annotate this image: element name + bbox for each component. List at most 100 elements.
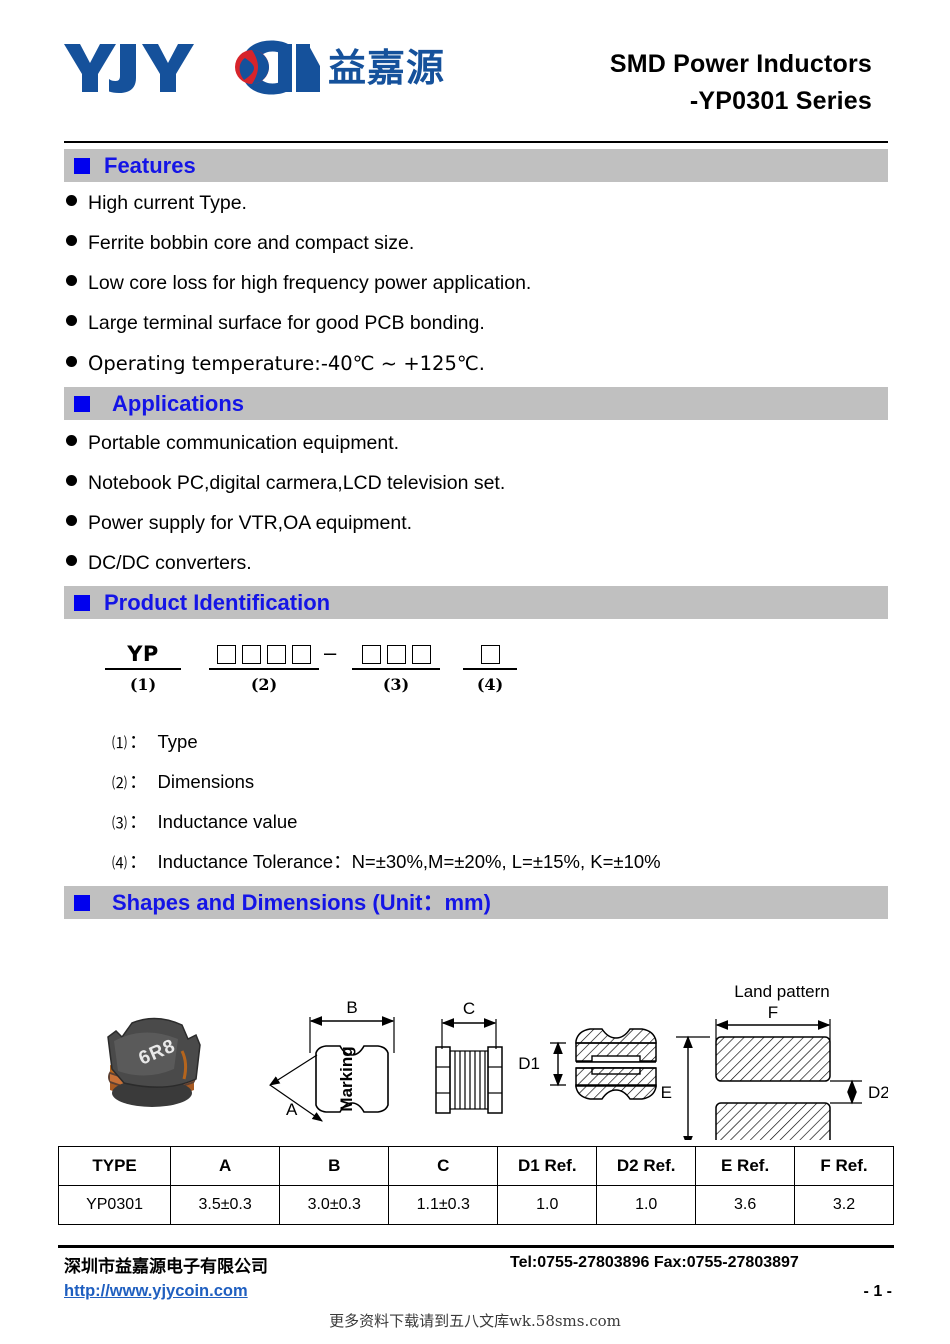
land-pattern-title: Land pattern [734,982,829,1001]
bullet-dot-icon [66,275,77,286]
footer-company-name: 深圳市益嘉源电子有限公司 [64,1257,268,1277]
pid-part-1-label: (1) [129,675,157,694]
list-item: Operating temperature:-40℃ ~ +125℃. [66,352,531,392]
bullet-dot-icon [66,235,77,246]
dimension-drawings-svg: 6R8 B Marking A C D1 Land pattern F E D2 [107,982,890,1149]
pid-box [480,644,500,664]
list-item: Large terminal surface for good PCB bond… [66,312,531,352]
drawing-side-view: C [435,999,503,1114]
legend-item-colon: ： [129,851,148,872]
footer-row-bottom: http://www.yjycoin.com - 1 - [58,1280,894,1310]
features-list: High current Type. Ferrite bobbin core a… [66,192,531,392]
pid-part-3-label: (3) [382,675,410,694]
table-cell: 3.6 [695,1185,796,1225]
section-title-features: Features [104,152,196,178]
page-header: 益嘉源 SMD Power Inductors -YP0301 Series [0,0,950,132]
pid-part-2-label: (2) [250,675,278,694]
page-title: SMD Power Inductors -YP0301 Series [610,46,872,120]
footer-website-link[interactable]: http://www.yjycoin.com [64,1282,248,1301]
pid-group-tolerance: (4) [463,640,517,694]
pid-part-2-boxes [209,640,319,670]
legend-item: ⑴ ： Type [112,728,661,768]
list-item: Low core loss for high frequency power a… [66,272,531,312]
section-title-product-identification: Product Identification [104,589,331,615]
legend-item-label: Inductance Tolerance：N=±30%,M=±20%, L=±1… [157,851,661,872]
blue-square-icon [74,157,90,174]
drawing-bottom-view: D1 [518,1028,657,1100]
pid-part-3-boxes [352,640,440,670]
table-cell: 3.2 [794,1185,894,1225]
bullet-dot-icon [66,555,77,566]
pid-box [292,644,311,664]
pid-part-4-label: (4) [476,675,504,694]
table-header-cell: D2 Ref. [596,1146,697,1186]
table-cell: YP0301 [57,1185,172,1225]
datasheet-page: 益嘉源 SMD Power Inductors -YP0301 Series F… [0,0,950,1344]
pid-box [217,644,236,664]
table-row: YP0301 3.5±0.3 3.0±0.3 1.1±0.3 1.0 1.0 3… [57,1185,894,1225]
section-title-applications: Applications [112,390,245,416]
table-header-cell: E Ref. [695,1146,796,1186]
bullet-dot-icon [66,195,77,206]
pid-box [411,644,431,664]
pid-box [386,644,406,664]
list-item-label: DC/DC converters. [88,552,252,574]
bullet-dot-icon [66,435,77,446]
drawing-land-pattern: Land pattern F E D2 [661,982,890,1149]
list-item: Notebook PC,digital carmera,LCD televisi… [66,472,505,512]
list-item-label: Portable communication equipment. [88,432,400,454]
list-item-label: Low core loss for high frequency power a… [88,272,532,294]
pid-box [267,644,286,664]
footer-divider-rule [58,1245,894,1248]
product-identification-legend: ⑴ ： Type ⑵ ： Dimensions ⑶ ： Inductance v… [112,728,661,888]
list-item-label: Power supply for VTR,OA equipment. [88,512,413,534]
legend-item-colon: ： [129,811,148,832]
product-photo: 6R8 [107,1017,201,1107]
legend-item-colon: ： [129,771,148,792]
product-identification-diagram: YP (1) (2) – (3) (4) [105,640,545,698]
legend-item: ⑶ ： Inductance value [112,808,661,848]
drawing-top-view: B Marking A [268,998,395,1122]
dimension-label-e: E [661,1083,672,1102]
pid-part-4-boxes [463,640,517,670]
legend-item-colon: ： [129,731,148,752]
blue-square-icon [74,395,90,412]
yjycoin-logo-icon [64,40,320,95]
dimension-label-f: F [768,1003,778,1022]
table-header-cell: D1 Ref. [497,1146,598,1186]
legend-item-key: ⑷ [112,854,128,872]
dimension-label-d1: D1 [518,1054,540,1073]
blue-square-icon [74,894,90,911]
page-title-line-2: -YP0301 Series [689,87,872,115]
page-footer: 深圳市益嘉源电子有限公司 Tel:0755-27803896 Fax:0755-… [58,1250,894,1310]
pid-part-1-value: YP [105,640,181,670]
list-item-label: Ferrite bobbin core and compact size. [88,232,415,254]
legend-item-label: Inductance value [157,811,298,832]
table-header-cell: A [170,1146,281,1186]
list-item-label: High current Type. [88,192,247,214]
table-cell: 3.0±0.3 [279,1185,390,1225]
legend-item-label: Type [157,731,198,752]
table-cell: 1.1±0.3 [388,1185,499,1225]
section-header-product-identification: Product Identification [64,586,888,619]
pid-box [361,644,381,664]
legend-item-key: ⑶ [112,814,128,832]
list-item: Portable communication equipment. [66,432,505,472]
list-item-label: Notebook PC,digital carmera,LCD televisi… [88,472,506,494]
bullet-dot-icon [66,475,77,486]
list-item-label: Operating temperature:-40℃ ~ +125℃. [88,352,485,375]
logo-chinese-name: 益嘉源 [328,46,446,90]
table-header-cell: F Ref. [794,1146,894,1186]
dimension-label-b: B [346,998,357,1017]
section-header-applications: Applications [64,387,888,420]
pid-group-type: YP (1) [105,640,181,694]
bullet-dot-icon [66,356,77,367]
blue-square-icon [74,594,90,611]
footer-contact-info: Tel:0755-27803896 Fax:0755-27803897 [510,1254,799,1271]
legend-item-key: ⑵ [112,774,128,792]
table-header-cell: TYPE [57,1146,172,1186]
table-cell: 1.0 [497,1185,598,1225]
section-header-shapes-dimensions: Shapes and Dimensions (Unit：mm) [64,886,888,919]
list-item: Power supply for VTR,OA equipment. [66,512,505,552]
header-divider-rule [64,141,888,143]
